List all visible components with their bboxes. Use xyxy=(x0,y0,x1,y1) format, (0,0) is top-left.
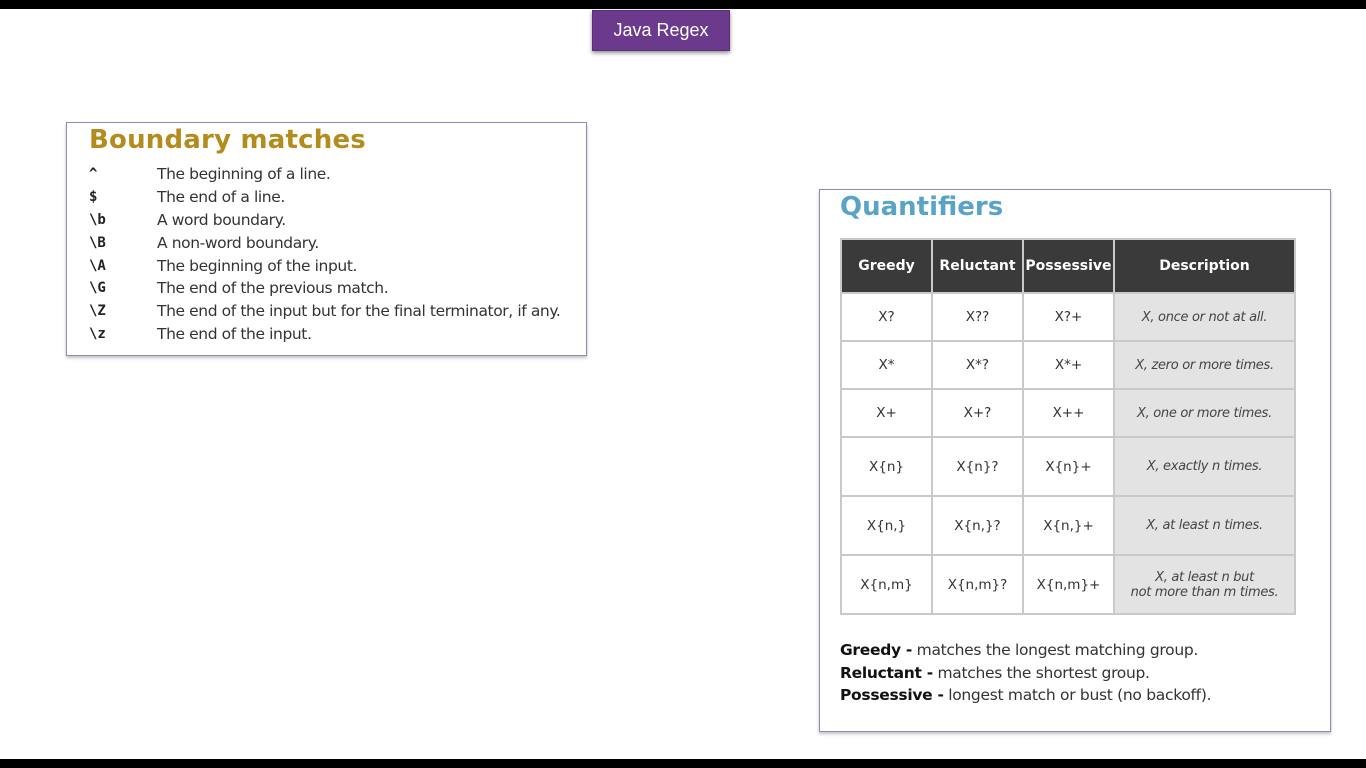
cell-possessive: X*+ xyxy=(1022,340,1115,390)
cell-possessive: X++ xyxy=(1022,388,1115,438)
table-header-row: Greedy Reluctant Possessive Description xyxy=(840,238,1296,294)
cell-greedy: X? xyxy=(840,292,933,342)
cell-description: X, one or more times. xyxy=(1113,388,1296,438)
cell-description: X, zero or more times. xyxy=(1113,340,1296,390)
boundary-row: \b A word boundary. xyxy=(89,209,576,232)
boundary-row: \B A non-word boundary. xyxy=(89,231,576,254)
boundary-code: ^ xyxy=(89,166,98,183)
boundary-list: ^ The beginning of a line. $ The end of … xyxy=(89,163,576,345)
boundary-desc: The end of the input. xyxy=(157,324,312,343)
cell-reluctant: X*? xyxy=(931,340,1024,390)
legend-line: Possessive - longest match or bust (no b… xyxy=(840,684,1212,707)
header-reluctant: Reluctant xyxy=(931,238,1024,294)
cell-possessive: X{n}+ xyxy=(1022,436,1115,497)
boundary-heading: Boundary matches xyxy=(89,125,366,155)
quantifier-legend: Greedy - matches the longest matching gr… xyxy=(840,639,1212,707)
legend-term: Possessive - xyxy=(840,686,944,705)
boundary-row: ^ The beginning of a line. xyxy=(89,163,576,186)
cell-description: X, exactly n times. xyxy=(1113,436,1296,497)
boundary-desc: A non-word boundary. xyxy=(157,233,319,252)
boundary-desc: The end of the previous match. xyxy=(157,279,389,298)
bottom-black-bar xyxy=(0,759,1366,768)
boundary-desc: The beginning of a line. xyxy=(157,165,331,184)
cell-reluctant: X+? xyxy=(931,388,1024,438)
cell-reluctant: X{n,}? xyxy=(931,495,1024,556)
cell-greedy: X+ xyxy=(840,388,933,438)
boundary-row: \z The end of the input. xyxy=(89,323,576,346)
legend-line: Greedy - matches the longest matching gr… xyxy=(840,639,1211,662)
table-row: X{n,m} X{n,m}? X{n,m}+ X, at least n but… xyxy=(840,554,1296,615)
boundary-code: \G xyxy=(89,280,106,297)
cell-reluctant: X?? xyxy=(931,292,1024,342)
header-greedy: Greedy xyxy=(840,238,933,294)
cell-greedy: X{n} xyxy=(840,436,933,497)
cell-description: X, at least n but not more than m times. xyxy=(1113,554,1296,615)
cell-greedy: X{n,m} xyxy=(840,554,933,615)
boundary-row: $ The end of a line. xyxy=(89,186,576,209)
cell-reluctant: X{n,m}? xyxy=(931,554,1024,615)
boundary-row: \Z The end of the input but for the fina… xyxy=(89,300,576,323)
boundary-desc: The end of the input but for the final t… xyxy=(157,302,561,321)
table-row: X? X?? X?+ X, once or not at all. xyxy=(840,292,1296,342)
cell-description: X, once or not at all. xyxy=(1113,292,1296,342)
table-row: X+ X+? X++ X, one or more times. xyxy=(840,388,1296,438)
legend-line: Reluctant - matches the shortest group. xyxy=(840,662,1211,685)
boundary-code: $ xyxy=(89,189,98,206)
cell-description-line: not more than m times. xyxy=(1130,584,1279,600)
boundary-code: \z xyxy=(89,325,106,342)
boundary-code: \B xyxy=(89,234,106,251)
boundary-desc: The end of a line. xyxy=(157,188,285,207)
quantifiers-table: Greedy Reluctant Possessive Description … xyxy=(840,238,1296,615)
table-row: X{n} X{n}? X{n}+ X, exactly n times. xyxy=(840,436,1296,497)
table-row: X{n,} X{n,}? X{n,}+ X, at least n times. xyxy=(840,495,1296,556)
top-black-bar xyxy=(0,0,1366,9)
cell-possessive: X?+ xyxy=(1022,292,1115,342)
boundary-desc: A word boundary. xyxy=(157,210,286,229)
legend-text: matches the longest matching group. xyxy=(912,641,1199,659)
cell-greedy: X* xyxy=(840,340,933,390)
cell-reluctant: X{n}? xyxy=(931,436,1024,497)
boundary-row: \G The end of the previous match. xyxy=(89,277,576,300)
cell-description-line: X, at least n but xyxy=(1155,569,1254,585)
legend-text: matches the shortest group. xyxy=(932,663,1150,682)
quantifiers-card: Quantifiers Greedy Reluctant Possessive … xyxy=(819,189,1331,732)
boundary-row: \A The beginning of the input. xyxy=(89,254,576,277)
boundary-code: \Z xyxy=(89,303,106,320)
legend-term: Reluctant - xyxy=(840,663,933,682)
quantifiers-heading: Quantifiers xyxy=(840,192,1004,222)
cell-possessive: X{n,m}+ xyxy=(1022,554,1115,615)
header-description: Description xyxy=(1113,238,1296,294)
legend-text: longest match or bust (no backoff). xyxy=(943,686,1212,705)
boundary-desc: The beginning of the input. xyxy=(157,256,358,275)
cell-greedy: X{n,} xyxy=(840,495,933,556)
boundary-code: \b xyxy=(89,211,106,228)
header-possessive: Possessive xyxy=(1022,238,1115,294)
legend-term: Greedy - xyxy=(840,641,913,659)
table-row: X* X*? X*+ X, zero or more times. xyxy=(840,340,1296,390)
cell-possessive: X{n,}+ xyxy=(1022,495,1115,556)
boundary-matches-card: Boundary matches ^ The beginning of a li… xyxy=(66,122,587,356)
boundary-code: \A xyxy=(89,257,106,274)
cell-description: X, at least n times. xyxy=(1113,495,1296,556)
slide-title: Java Regex xyxy=(592,10,730,51)
